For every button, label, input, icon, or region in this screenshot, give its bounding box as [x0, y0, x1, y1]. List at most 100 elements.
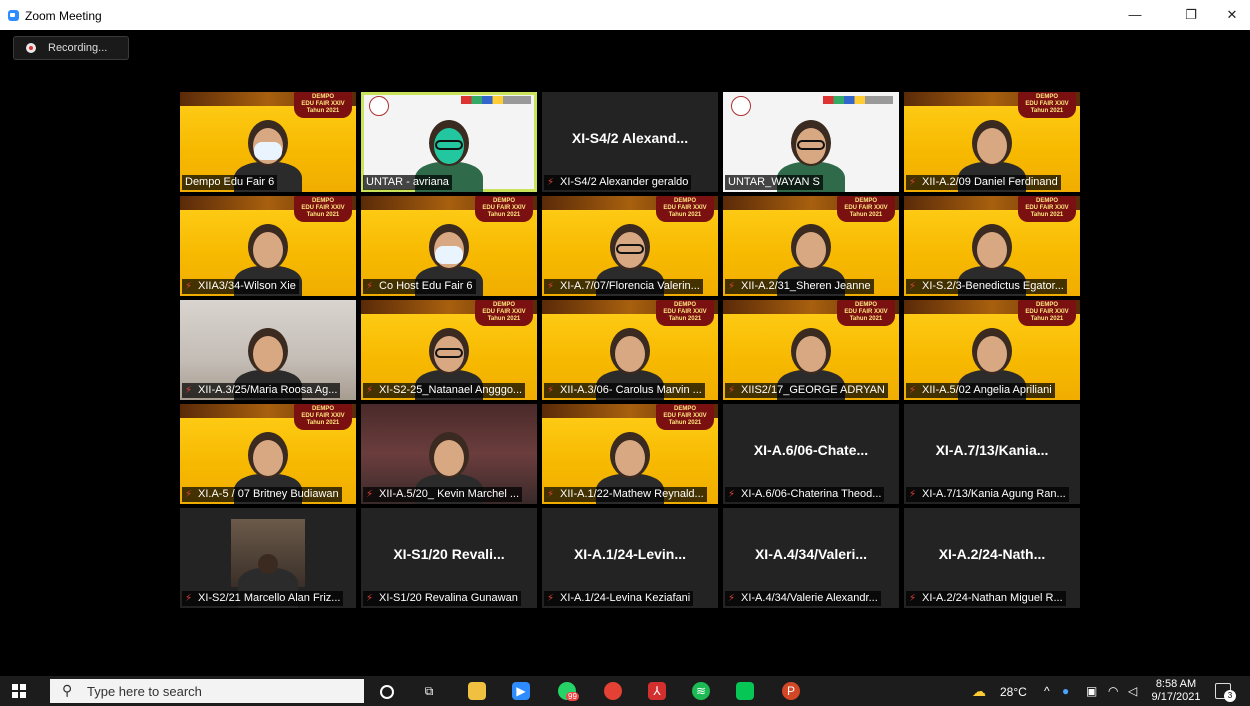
onedrive-icon[interactable]: ●: [1062, 684, 1069, 698]
edu-fair-logo-line: EDU FAIR XXIV: [663, 309, 707, 315]
participant-name-label: Dempo Edu Fair 6: [182, 175, 278, 190]
participant-name: XII-A.5/02 Angelia Apriliani: [922, 384, 1052, 396]
participant-name: XII-A.2/31_Sheren Jeanne: [741, 280, 871, 292]
eyeglasses: [435, 140, 463, 150]
file-explorer-icon[interactable]: [468, 682, 486, 700]
edu-fair-logo-text: DEMPO EDU FAIR XXIV Tahun 2021: [658, 198, 712, 219]
participant-tile[interactable]: ⚡ XI-S2/21 Marcello Alan Friz...: [180, 508, 356, 608]
edu-fair-logo-text: DEMPO EDU FAIR XXIV Tahun 2021: [296, 406, 350, 427]
tray-chevron-icon[interactable]: ^: [1044, 684, 1050, 698]
taskbar-search-input[interactable]: ⚲ Type here to search: [50, 679, 364, 703]
participant-tile[interactable]: DEMPO EDU FAIR XXIV Tahun 2021 ⚡ Co Host Edu…: [361, 196, 537, 296]
line-icon[interactable]: [736, 682, 754, 700]
notification-count: 3: [1224, 690, 1236, 702]
participant-tile[interactable]: DEMPO EDU FAIR XXIV Tahun 2021 ⚡ XII-A.3/06-…: [542, 300, 718, 400]
muted-mic-icon: ⚡: [185, 593, 193, 604]
participant-display-name: XI-A.7/13/Kania...: [935, 442, 1049, 458]
edu-fair-logo-line: Tahun 2021: [487, 212, 521, 218]
edu-fair-logo-line: DEMPO: [311, 94, 334, 100]
participant-tile[interactable]: XI-A.4/34/Valeri... ⚡ XI-A.4/34/Valerie Al…: [723, 508, 899, 608]
windows-start-icon[interactable]: [12, 684, 26, 698]
taskbar-clock[interactable]: 8:58 AM 9/17/2021: [1150, 678, 1202, 704]
muted-mic-icon: ⚡: [366, 281, 374, 292]
participant-tile[interactable]: DEMPO EDU FAIR XXIV Tahun 2021 ⚡ XI-S.2/3-Be…: [904, 196, 1080, 296]
network-icon[interactable]: ▣: [1086, 684, 1097, 698]
participant-tile[interactable]: DEMPO EDU FAIR XXIV Tahun 2021 ⚡ XII-A.5/02 …: [904, 300, 1080, 400]
participant-tile[interactable]: DEMPO EDU FAIR XXIV Tahun 2021 ⚡ XII-A.2/09 …: [904, 92, 1080, 192]
participant-tile[interactable]: DEMPO EDU FAIR XXIV Tahun 2021 Dempo Edu Fa…: [180, 92, 356, 192]
whatsapp-badge: 99: [566, 692, 579, 701]
participant-tile[interactable]: XI-S4/2 Alexand... ⚡ XI-S4/2 Alexander ger…: [542, 92, 718, 192]
participant-tile[interactable]: XI-A.2/24-Nath... ⚡ XI-A.2/24-Nathan Migue…: [904, 508, 1080, 608]
chrome-icon[interactable]: [604, 682, 622, 700]
muted-mic-icon: ⚡: [547, 385, 555, 396]
cortana-icon[interactable]: [380, 685, 394, 699]
recording-indicator[interactable]: Recording...: [13, 36, 129, 60]
wifi-icon[interactable]: ◠: [1108, 684, 1118, 698]
participant-tile[interactable]: UNTAR - avriana: [361, 92, 537, 192]
task-view-icon[interactable]: ⧉: [420, 682, 438, 700]
participant-name-label: ⚡ XI-S2-25_Natanael Angggo...: [363, 383, 526, 398]
edu-fair-logo-line: Tahun 2021: [849, 212, 883, 218]
muted-mic-icon: ⚡: [728, 489, 736, 500]
participant-name: XII-A.3/25/Maria Roosa Ag...: [198, 384, 338, 396]
volume-icon[interactable]: ◁: [1128, 684, 1137, 698]
participant-tile[interactable]: UNTAR_WAYAN S: [723, 92, 899, 192]
sponsor-logos: [461, 96, 531, 104]
edu-fair-logo-line: EDU FAIR XXIV: [844, 309, 888, 315]
edu-fair-logo-text: DEMPO EDU FAIR XXIV Tahun 2021: [477, 302, 531, 323]
zoom-taskbar-icon[interactable]: ▶: [512, 682, 530, 700]
notification-icon[interactable]: 3: [1215, 683, 1236, 702]
edu-fair-logo-line: Tahun 2021: [306, 420, 340, 426]
window-title: Zoom Meeting: [25, 9, 102, 23]
participant-name-label: ⚡ XII-A.3/25/Maria Roosa Ag...: [182, 383, 341, 398]
participant-display-name: XI-A.1/24-Levin...: [573, 546, 687, 562]
acrobat-icon[interactable]: ⅄: [648, 682, 666, 700]
clock-date: 9/17/2021: [1151, 691, 1201, 703]
participant-display-name: XI-A.4/34/Valeri...: [754, 546, 868, 562]
participant-face: [796, 232, 826, 268]
recording-label: Recording...: [48, 42, 108, 54]
participant-tile[interactable]: ⚡ XII-A.5/20_ Kevin Marchel ...: [361, 404, 537, 504]
close-button[interactable]: ✕: [1209, 0, 1250, 30]
record-icon: [26, 43, 36, 53]
participant-tile[interactable]: DEMPO EDU FAIR XXIV Tahun 2021 ⚡ XIIS2/17_GE…: [723, 300, 899, 400]
edu-fair-logo-line: DEMPO: [311, 198, 334, 204]
minimize-button[interactable]: —: [1112, 0, 1158, 30]
participant-name: XII-A.3/06- Carolus Marvin ...: [560, 384, 702, 396]
maximize-button[interactable]: ❐: [1168, 0, 1214, 30]
participant-tile[interactable]: DEMPO EDU FAIR XXIV Tahun 2021 ⚡ XIIA3/34-Wi…: [180, 196, 356, 296]
participant-name: XII-A.2/09 Daniel Ferdinand: [922, 176, 1058, 188]
participant-face: [253, 440, 283, 476]
participant-tile[interactable]: XI-A.6/06-Chate... ⚡ XI-A.6/06-Chaterina T…: [723, 404, 899, 504]
edu-fair-logo-text: DEMPO EDU FAIR XXIV Tahun 2021: [1020, 94, 1074, 115]
participant-name-label: ⚡ XI-A.6/06-Chaterina Theod...: [725, 487, 885, 502]
participant-tile[interactable]: DEMPO EDU FAIR XXIV Tahun 2021 ⚡ XII-A.1/22-…: [542, 404, 718, 504]
participant-name: XI-S2/21 Marcello Alan Friz...: [198, 592, 341, 604]
edu-fair-logo-line: Tahun 2021: [306, 212, 340, 218]
muted-mic-icon: ⚡: [547, 593, 555, 604]
muted-mic-icon: ⚡: [547, 281, 555, 292]
participant-tile[interactable]: DEMPO EDU FAIR XXIV Tahun 2021 ⚡ XII-A.2/31_…: [723, 196, 899, 296]
participant-name-label: ⚡ XI-A.2/24-Nathan Miguel R...: [906, 591, 1066, 606]
participant-tile[interactable]: DEMPO EDU FAIR XXIV Tahun 2021 ⚡ XI-S2-25_Na…: [361, 300, 537, 400]
participant-name: XI-S1/20 Revalina Gunawan: [379, 592, 518, 604]
untar-logo: [731, 96, 751, 116]
edu-fair-logo-line: DEMPO: [311, 406, 334, 412]
participant-name-label: ⚡ XI-S1/20 Revalina Gunawan: [363, 591, 521, 606]
participant-tile[interactable]: ⚡ XII-A.3/25/Maria Roosa Ag...: [180, 300, 356, 400]
weather-temp: 28°C: [1000, 685, 1027, 699]
participant-tile[interactable]: DEMPO EDU FAIR XXIV Tahun 2021 ⚡ XI.A-5 / 07…: [180, 404, 356, 504]
muted-mic-icon: ⚡: [185, 385, 193, 396]
participant-tile[interactable]: DEMPO EDU FAIR XXIV Tahun 2021 ⚡ XI-A.7/07/F…: [542, 196, 718, 296]
participant-tile[interactable]: XI-S1/20 Revali... ⚡ XI-S1/20 Revalina Gun…: [361, 508, 537, 608]
participant-name-label: ⚡ XI-A.1/24-Levina Keziafani: [544, 591, 694, 606]
participant-tile[interactable]: XI-A.7/13/Kania... ⚡ XI-A.7/13/Kania Agung…: [904, 404, 1080, 504]
weather-icon: ☁: [972, 683, 986, 699]
muted-mic-icon: ⚡: [185, 281, 193, 292]
participant-name-label: ⚡ Co Host Edu Fair 6: [363, 279, 476, 294]
spotify-icon[interactable]: ≋: [692, 682, 710, 700]
participant-tile[interactable]: XI-A.1/24-Levin... ⚡ XI-A.1/24-Levina Kezi…: [542, 508, 718, 608]
edu-fair-logo-text: DEMPO EDU FAIR XXIV Tahun 2021: [839, 302, 893, 323]
powerpoint-icon[interactable]: P: [782, 682, 800, 700]
